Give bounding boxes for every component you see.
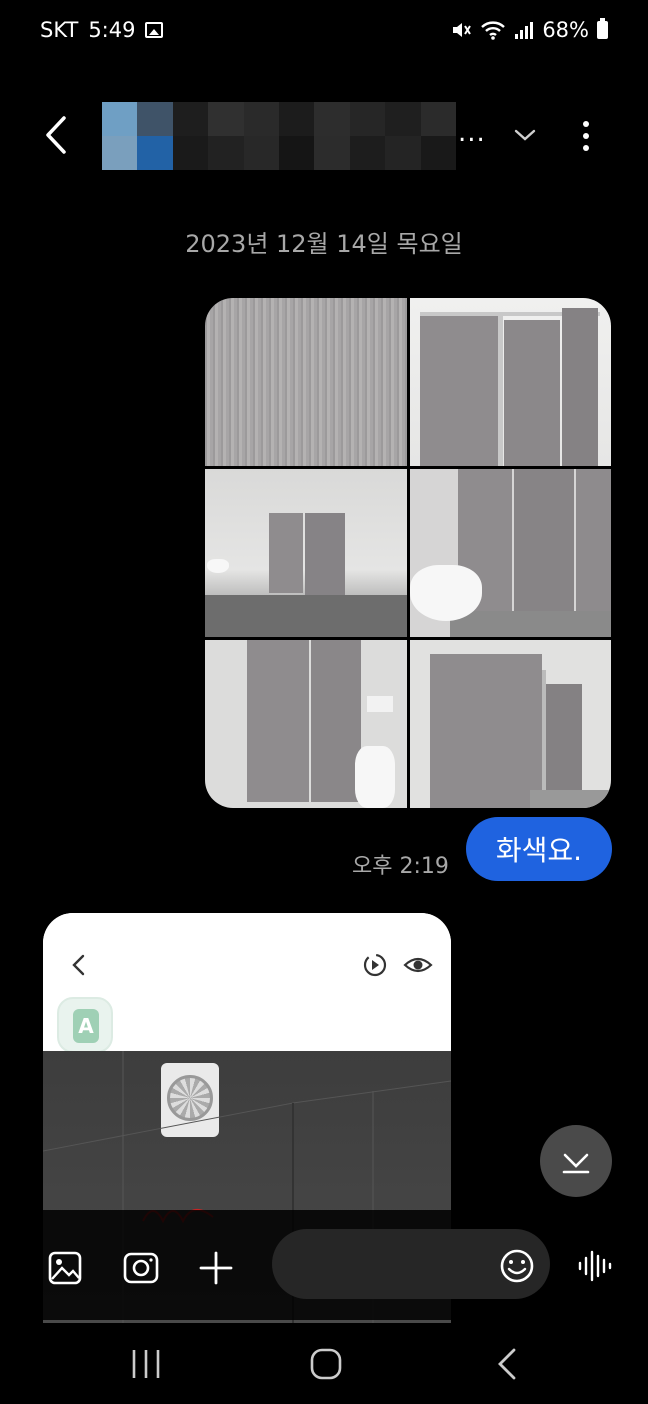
sent-photo-grid [205, 298, 611, 808]
photo-restroom-wide[interactable] [205, 469, 407, 637]
photo-wall-texture[interactable] [205, 298, 407, 466]
back-arrow-icon [72, 954, 85, 976]
clock-label: 5:49 [88, 18, 136, 42]
status-bar: SKT 5:49 68% [0, 0, 648, 64]
back-arrow-icon[interactable] [38, 112, 78, 158]
wifi-icon [481, 21, 506, 40]
eye-icon [403, 957, 433, 973]
contact-name-pixelated[interactable] [102, 102, 456, 170]
status-left: SKT 5:49 [40, 18, 164, 42]
nav-back-icon[interactable] [492, 1344, 524, 1384]
photo-stall-door[interactable] [410, 298, 611, 466]
photo-stall-with-sink[interactable] [410, 469, 611, 637]
chevron-down-icon[interactable] [510, 120, 540, 150]
battery-label: 68% [542, 18, 589, 42]
home-icon[interactable] [306, 1344, 346, 1384]
message-timestamp: 오후 2:19 [352, 854, 449, 879]
sent-message-bubble[interactable]: 화색요. [466, 817, 612, 881]
battery-icon [597, 18, 608, 39]
app-logo-icon: A [57, 997, 113, 1053]
scroll-to-bottom-button[interactable] [540, 1125, 612, 1197]
contact-name-ellipsis: ... [458, 118, 486, 148]
screenshot-toolbar: A [43, 913, 451, 1053]
signal-icon [515, 22, 534, 39]
message-composer [0, 1210, 648, 1320]
date-separator: 2023년 12월 14일 목요일 [185, 230, 463, 258]
mute-icon [453, 23, 472, 37]
scroll-down-icon [562, 1153, 590, 1174]
camera-icon[interactable] [121, 1248, 161, 1288]
motion-photo-icon [363, 953, 387, 977]
app-logo-glyph: A [73, 1009, 99, 1043]
gallery-notification-icon [145, 22, 164, 38]
status-right: 68% [450, 18, 608, 42]
system-nav-bar [0, 1330, 648, 1404]
plus-icon[interactable] [196, 1248, 236, 1288]
carrier-label: SKT [40, 18, 79, 42]
voice-wave-icon[interactable] [576, 1246, 616, 1286]
more-vert-icon[interactable] [572, 116, 600, 156]
emoji-icon[interactable] [497, 1246, 537, 1286]
photo-stall-panels[interactable] [410, 640, 611, 808]
photo-stall-with-urinal[interactable] [205, 640, 407, 808]
chat-header: ... [0, 100, 648, 172]
recents-icon[interactable] [126, 1346, 166, 1382]
sent-message-text: 화색요. [495, 834, 583, 867]
gallery-icon[interactable] [45, 1248, 85, 1288]
